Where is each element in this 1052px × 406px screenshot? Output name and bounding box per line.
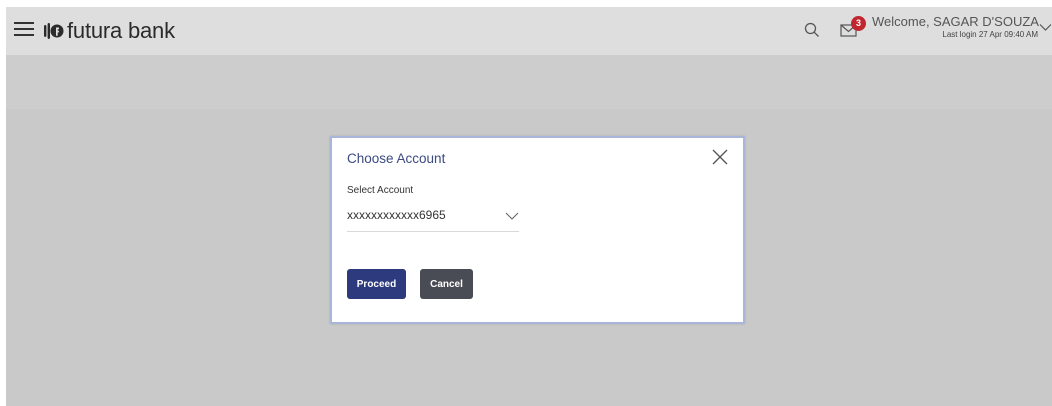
brand-logo[interactable]: futura bank — [44, 16, 175, 46]
account-select[interactable]: xxxxxxxxxxxx6965 — [347, 202, 519, 232]
chevron-down-icon — [505, 212, 519, 220]
sub-header-bar — [6, 55, 1052, 109]
user-welcome[interactable]: Welcome, SAGAR D'SOUZA Last login 27 Apr… — [872, 14, 1039, 39]
chevron-down-icon[interactable] — [1039, 23, 1052, 32]
modal-title: Choose Account — [347, 151, 446, 166]
search-icon[interactable] — [803, 21, 821, 39]
hamburger-menu-icon[interactable] — [14, 21, 34, 37]
proceed-button[interactable]: Proceed — [347, 269, 406, 299]
notification-badge[interactable]: 3 — [851, 16, 866, 31]
selected-account-value: xxxxxxxxxxxx6965 — [347, 208, 446, 222]
close-icon[interactable] — [712, 149, 728, 165]
last-login-text: Last login 27 Apr 09:40 AM — [942, 30, 1038, 39]
welcome-text: Welcome, SAGAR D'SOUZA — [872, 14, 1039, 29]
choose-account-modal: Choose Account Select Account xxxxxxxxxx… — [330, 136, 745, 324]
brand-name: futura bank — [67, 18, 175, 43]
top-bar: futura bank 3 Welcome, SAGAR D'SOUZA Las… — [6, 7, 1052, 55]
futura-bank-logo-icon — [44, 23, 64, 39]
app-window: futura bank 3 Welcome, SAGAR D'SOUZA Las… — [6, 7, 1052, 406]
select-account-label: Select Account — [347, 185, 414, 196]
cancel-button[interactable]: Cancel — [420, 269, 473, 299]
